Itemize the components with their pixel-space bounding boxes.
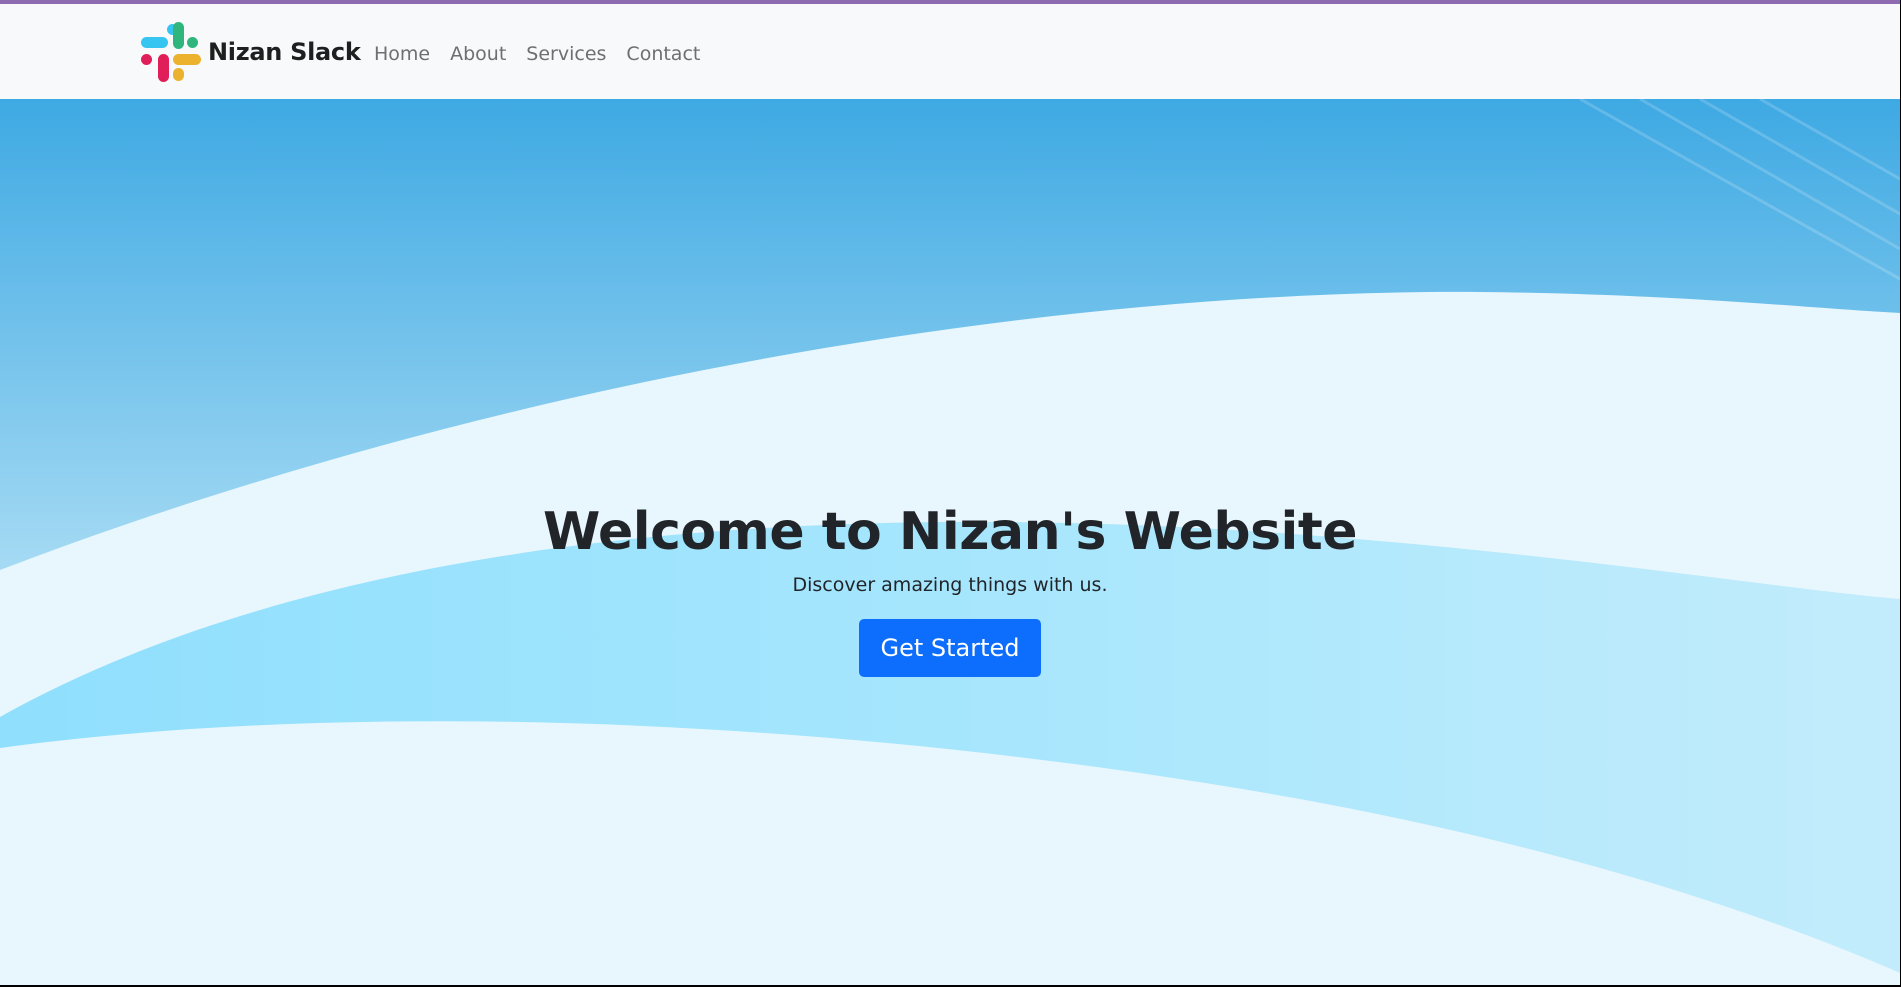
hero-title: Welcome to Nizan's Website bbox=[543, 502, 1357, 562]
hero-section: Welcome to Nizan's Website Discover amaz… bbox=[0, 99, 1900, 985]
nav-links: Home About Services Contact bbox=[364, 42, 710, 66]
nav-link-home[interactable]: Home bbox=[364, 42, 440, 66]
browser-viewport: Nizan Slack Home About Services Contact bbox=[0, 0, 1900, 985]
nav-link-about[interactable]: About bbox=[440, 42, 516, 66]
navbar: Nizan Slack Home About Services Contact bbox=[0, 4, 1900, 99]
get-started-button[interactable]: Get Started bbox=[859, 619, 1041, 677]
hero-content: Welcome to Nizan's Website Discover amaz… bbox=[0, 499, 1900, 677]
nav-link-services[interactable]: Services bbox=[516, 42, 616, 66]
brand-name: Nizan Slack bbox=[208, 38, 361, 66]
hero-subtitle: Discover amazing things with us. bbox=[792, 574, 1108, 596]
slack-logo-icon bbox=[141, 22, 201, 82]
nav-link-contact[interactable]: Contact bbox=[616, 42, 710, 66]
brand-link[interactable]: Nizan Slack bbox=[139, 19, 361, 85]
